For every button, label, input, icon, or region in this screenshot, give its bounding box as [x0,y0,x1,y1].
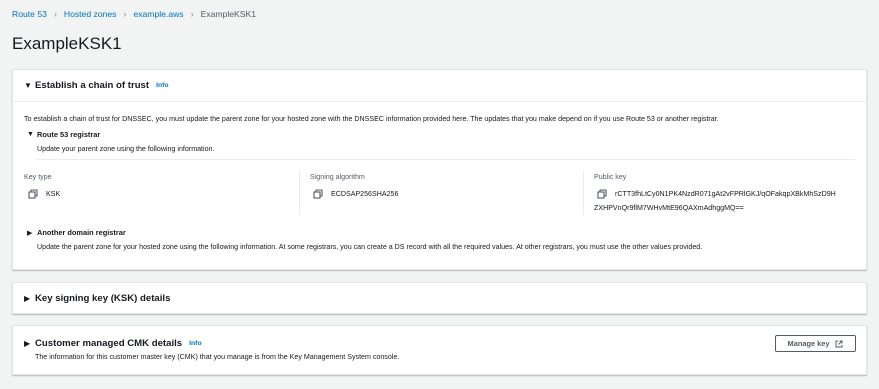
key-type-value: KSK [46,190,61,198]
column-divider [583,170,584,215]
column-divider [299,170,300,215]
caret-right-icon: ▶ [27,229,33,237]
route53-registrar-toggle[interactable]: ▼ Route 53 registrar [27,130,100,139]
public-key-value-line2: ZXHPVnQr9flM7WHvMtE96QAXmAdhggMQ== [594,204,744,212]
caret-down-icon: ▼ [24,81,32,90]
key-type-label: Key type [24,173,52,181]
route53-registrar-subtitle: Update your parent zone using the follow… [37,145,215,153]
manage-key-label: Manage key [787,339,830,348]
cmk-details-description: The information for this customer master… [35,353,400,361]
breadcrumb-example-aws[interactable]: example.aws [133,9,183,19]
breadcrumb-hosted-zones[interactable]: Hosted zones [64,9,117,19]
breadcrumb-route53[interactable]: Route 53 [12,9,47,19]
other-registrar-title: Another domain registrar [37,228,126,237]
copy-icon[interactable] [313,189,323,199]
breadcrumb-current: ExampleKSK1 [200,9,257,19]
chevron-right-icon: › [123,9,127,19]
manage-key-button[interactable]: Manage key [775,335,856,352]
public-key-value-line1: rCTT3fhLtCy0N1PK4NzdR071gAt2vFPRlGKJ/qOF… [615,190,836,198]
copy-icon[interactable] [597,189,607,199]
chain-of-trust-header[interactable]: ▼ Establish a chain of trust Info [13,70,866,101]
panel-divider [13,101,866,102]
signing-algorithm-value-row: ECDSAP256SHA256 [313,189,398,199]
chain-of-trust-info-link[interactable]: Info [156,82,168,89]
caret-right-icon: ▶ [24,294,31,303]
public-key-value-row: rCTT3fhLtCy0N1PK4NzdR071gAt2vFPRlGKJ/qOF… [597,189,836,199]
cmk-details-header[interactable]: ▶ Customer managed CMK details Info [24,338,202,349]
chevron-right-icon: › [53,9,57,19]
cmk-details-panel: ▶ Customer managed CMK details Info The … [12,325,867,375]
signing-algorithm-label: Signing algorithm [310,173,365,181]
breadcrumb: Route 53 › Hosted zones › example.aws › … [12,9,256,19]
other-registrar-subtitle: Update the parent zone for your hosted z… [37,243,703,251]
chain-of-trust-description: To establish a chain of trust for DNSSEC… [24,115,719,123]
ksk-details-title: Key signing key (KSK) details [35,293,171,304]
other-registrar-toggle[interactable]: ▶ Another domain registrar [27,228,126,237]
signing-algorithm-value: ECDSAP256SHA256 [331,190,399,198]
caret-right-icon: ▶ [24,339,31,348]
cmk-details-info-link[interactable]: Info [189,340,201,347]
chevron-right-icon: › [190,9,194,19]
page-title: ExampleKSK1 [12,34,122,53]
copy-icon[interactable] [28,189,38,199]
public-key-label: Public key [594,173,627,181]
key-type-value-row: KSK [28,189,60,199]
route53-registrar-title: Route 53 registrar [37,130,101,139]
ksk-details-panel: ▶ Key signing key (KSK) details [12,282,867,314]
cmk-details-title: Customer managed CMK details [35,338,183,349]
external-link-icon [835,340,843,348]
chain-of-trust-panel: ▼ Establish a chain of trust Info To est… [12,69,867,270]
section-divider [37,159,855,160]
chain-of-trust-title: Establish a chain of trust [35,80,150,91]
ksk-details-header[interactable]: ▶ Key signing key (KSK) details [13,283,866,314]
caret-down-icon: ▼ [27,131,34,138]
